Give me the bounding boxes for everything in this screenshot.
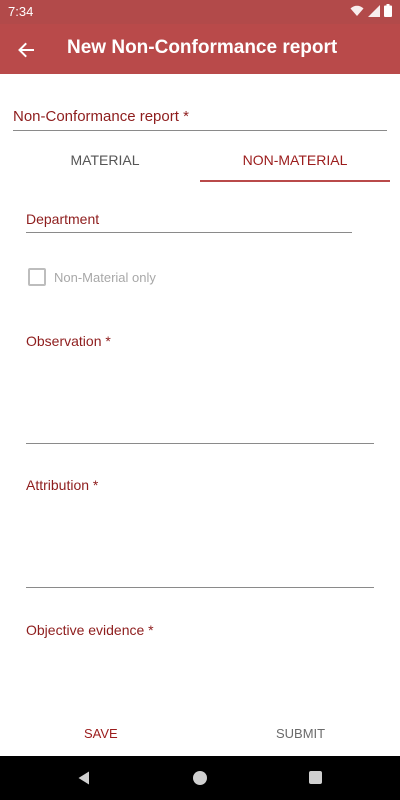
- signal-icon: [368, 4, 380, 17]
- app-bar: New Non-Conformance report: [0, 24, 400, 74]
- back-triangle-icon[interactable]: [76, 770, 92, 786]
- observation-label: Observation *: [26, 333, 111, 349]
- action-bar: SAVE SUBMIT: [0, 712, 400, 756]
- save-button[interactable]: SAVE: [84, 726, 118, 741]
- report-label: Non-Conformance report *: [13, 108, 189, 125]
- non-material-only-row: Non-Material only: [28, 268, 156, 286]
- battery-icon: [384, 4, 392, 17]
- attribution-input[interactable]: [26, 499, 374, 588]
- back-button[interactable]: [12, 36, 40, 64]
- tab-bar: MATERIAL NON-MATERIAL: [10, 140, 390, 182]
- status-bar: 7:34: [0, 0, 400, 24]
- page-title: New Non-Conformance report: [67, 37, 338, 58]
- tab-non-material[interactable]: NON-MATERIAL: [200, 140, 390, 182]
- observation-field: Observation *: [26, 333, 374, 444]
- attribution-label: Attribution *: [26, 477, 99, 493]
- navigation-bar: [0, 756, 400, 800]
- status-icons: [350, 4, 392, 17]
- objective-evidence-field: Objective evidence *: [26, 622, 374, 638]
- department-label: Department: [26, 211, 100, 227]
- objective-evidence-label: Objective evidence *: [26, 622, 154, 638]
- department-field[interactable]: Department: [26, 211, 352, 233]
- observation-input[interactable]: [26, 355, 374, 444]
- report-select-field[interactable]: Non-Conformance report *: [13, 108, 387, 131]
- attribution-field: Attribution *: [26, 477, 374, 588]
- non-material-only-checkbox[interactable]: [28, 268, 46, 286]
- recents-square-icon[interactable]: [309, 771, 322, 784]
- status-time: 7:34: [8, 4, 34, 19]
- screen: 7:34 New Non-Conformance report Non-Conf…: [0, 0, 400, 800]
- non-material-only-label: Non-Material only: [54, 269, 156, 285]
- wifi-icon: [350, 5, 364, 16]
- home-circle-icon[interactable]: [193, 771, 207, 785]
- arrow-left-icon: [18, 42, 34, 58]
- tab-material[interactable]: MATERIAL: [10, 140, 200, 182]
- submit-button[interactable]: SUBMIT: [276, 726, 325, 741]
